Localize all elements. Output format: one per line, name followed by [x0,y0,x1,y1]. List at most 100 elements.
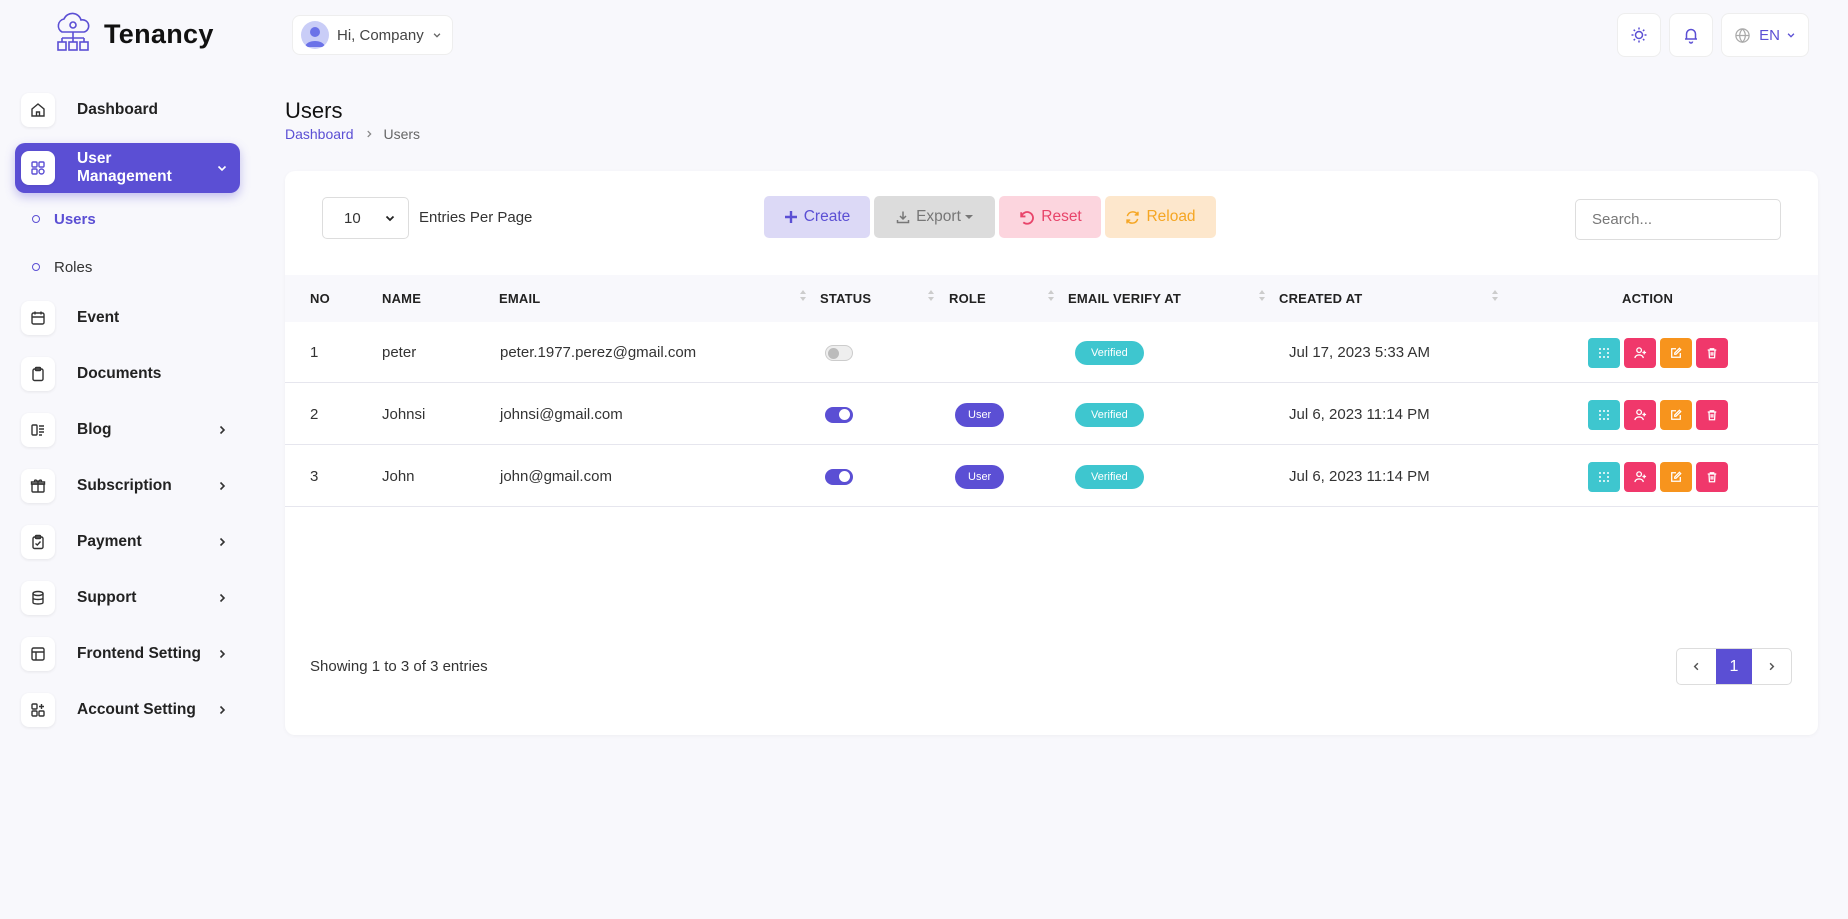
delete-button[interactable] [1696,337,1728,368]
scan-icon [1599,347,1609,358]
create-button-label: Create [803,208,851,225]
sidebar-item-label: Account Setting [77,701,196,718]
cell-no: 3 [310,468,319,485]
refresh-icon [1126,210,1140,224]
column-header-status[interactable]: STATUS [820,275,871,322]
cell-status [825,384,853,445]
cell-email: johnsi@gmail.com [500,406,623,423]
sidebar-item-label: Dashboard [77,101,158,118]
avatar [301,21,329,49]
cell-no: 1 [310,344,319,361]
user-plus-icon [1633,409,1646,421]
sidebar-item-subscription[interactable]: Subscription [15,461,240,511]
cell-actions [1588,322,1728,383]
sort-icon[interactable] [1048,290,1056,301]
sidebar-item-account-setting[interactable]: Account Setting [15,685,240,735]
verified-badge: Verified [1075,464,1144,489]
status-toggle[interactable] [825,406,853,423]
status-toggle[interactable] [825,468,853,485]
plus-icon [784,211,797,223]
view-button[interactable] [1588,399,1620,430]
assign-role-button[interactable] [1624,461,1656,492]
edit-button[interactable] [1660,399,1692,430]
edit-icon [1671,408,1682,420]
sort-icon[interactable] [1259,290,1267,301]
delete-button[interactable] [1696,461,1728,492]
chevron-down-icon [210,162,234,174]
column-header-name[interactable]: NAME [382,275,421,322]
assign-role-button[interactable] [1624,399,1656,430]
user-plus-icon [1633,347,1646,359]
pagination-page-1[interactable]: 1 [1716,649,1752,684]
create-button[interactable]: Create [764,196,870,238]
sidebar-item-blog[interactable]: Blog [15,405,240,455]
language-label: EN [1759,26,1780,44]
sidebar-item-payment[interactable]: Payment [15,517,240,567]
edit-button[interactable] [1660,337,1692,368]
delete-button[interactable] [1696,399,1728,430]
cell-actions [1588,384,1728,445]
chevron-right-icon [210,592,234,604]
notifications-button[interactable] [1669,13,1713,57]
breadcrumb: Dashboard Users [285,126,420,142]
chevron-left-icon [1693,662,1699,671]
search-input[interactable] [1575,199,1781,240]
table-header: NO NAME EMAIL STATUS ROLE EMAIL VERIFY A… [285,275,1818,322]
breadcrumb-home-link[interactable]: Dashboard [285,126,354,142]
cloud-network-icon [57,12,90,51]
clipboard-icon [21,357,55,391]
cell-verify: Verified [1075,446,1144,507]
app-logo[interactable]: Tenancy [50,12,214,56]
column-header-no[interactable]: NO [310,275,330,322]
reload-button[interactable]: Reload [1105,196,1216,238]
theme-toggle-button[interactable] [1617,13,1661,57]
view-button[interactable] [1588,461,1620,492]
pagination-next-button[interactable] [1752,649,1791,684]
sidebar-item-user-management[interactable]: User Management [15,143,240,193]
sidebar-item-support[interactable]: Support [15,573,240,623]
export-button-label: Export [916,208,961,225]
sidebar-subitem-roles[interactable]: Roles [32,252,92,282]
sidebar-item-documents[interactable]: Documents [15,349,240,399]
export-button[interactable]: Export [874,196,995,238]
clipboard-check-icon [21,525,55,559]
column-header-email[interactable]: EMAIL [499,275,540,322]
sidebar-item-label: Subscription [77,477,172,494]
entries-per-page-select[interactable]: 10 [322,197,409,239]
calendar-icon [21,301,55,335]
trash-icon [1707,347,1717,358]
sidebar-item-label: Blog [77,421,112,438]
user-menu[interactable]: Hi, Company [292,15,453,55]
chevron-down-icon [385,215,395,222]
cell-verify: Verified [1075,322,1144,383]
column-header-action: ACTION [1622,291,1674,306]
user-plus-icon [1633,471,1646,483]
column-header-role[interactable]: ROLE [949,275,986,322]
app-name: Tenancy [104,18,214,49]
edit-button[interactable] [1660,461,1692,492]
scan-icon [1599,409,1609,420]
sidebar-item-dashboard[interactable]: Dashboard [15,85,240,135]
sidebar-item-frontend-setting[interactable]: Frontend Setting [15,629,240,679]
table-row: 2 Johnsi johnsi@gmail.com User Verified … [285,384,1818,445]
pagination-prev-button[interactable] [1677,649,1716,684]
edit-icon [1671,470,1682,482]
cell-role: User [955,446,1005,507]
reset-button[interactable]: Reset [999,196,1101,238]
column-header-created-at[interactable]: CREATED AT [1279,275,1362,322]
language-selector[interactable]: EN [1721,13,1809,57]
pagination: 1 [1676,648,1792,685]
view-button[interactable] [1588,337,1620,368]
verified-badge: Verified [1075,340,1144,365]
sidebar-subitem-users[interactable]: Users [32,204,96,234]
sort-icon[interactable] [1492,290,1500,301]
sort-icon[interactable] [928,290,936,301]
column-header-email-verify-at[interactable]: EMAIL VERIFY AT [1068,275,1181,322]
sidebar-item-event[interactable]: Event [15,293,240,343]
gift-icon [21,469,55,503]
trash-icon [1707,409,1717,420]
cell-created: Jul 17, 2023 5:33 AM [1289,344,1430,361]
status-toggle[interactable] [825,344,853,361]
assign-role-button[interactable] [1624,337,1656,368]
sort-icon[interactable] [800,290,808,301]
